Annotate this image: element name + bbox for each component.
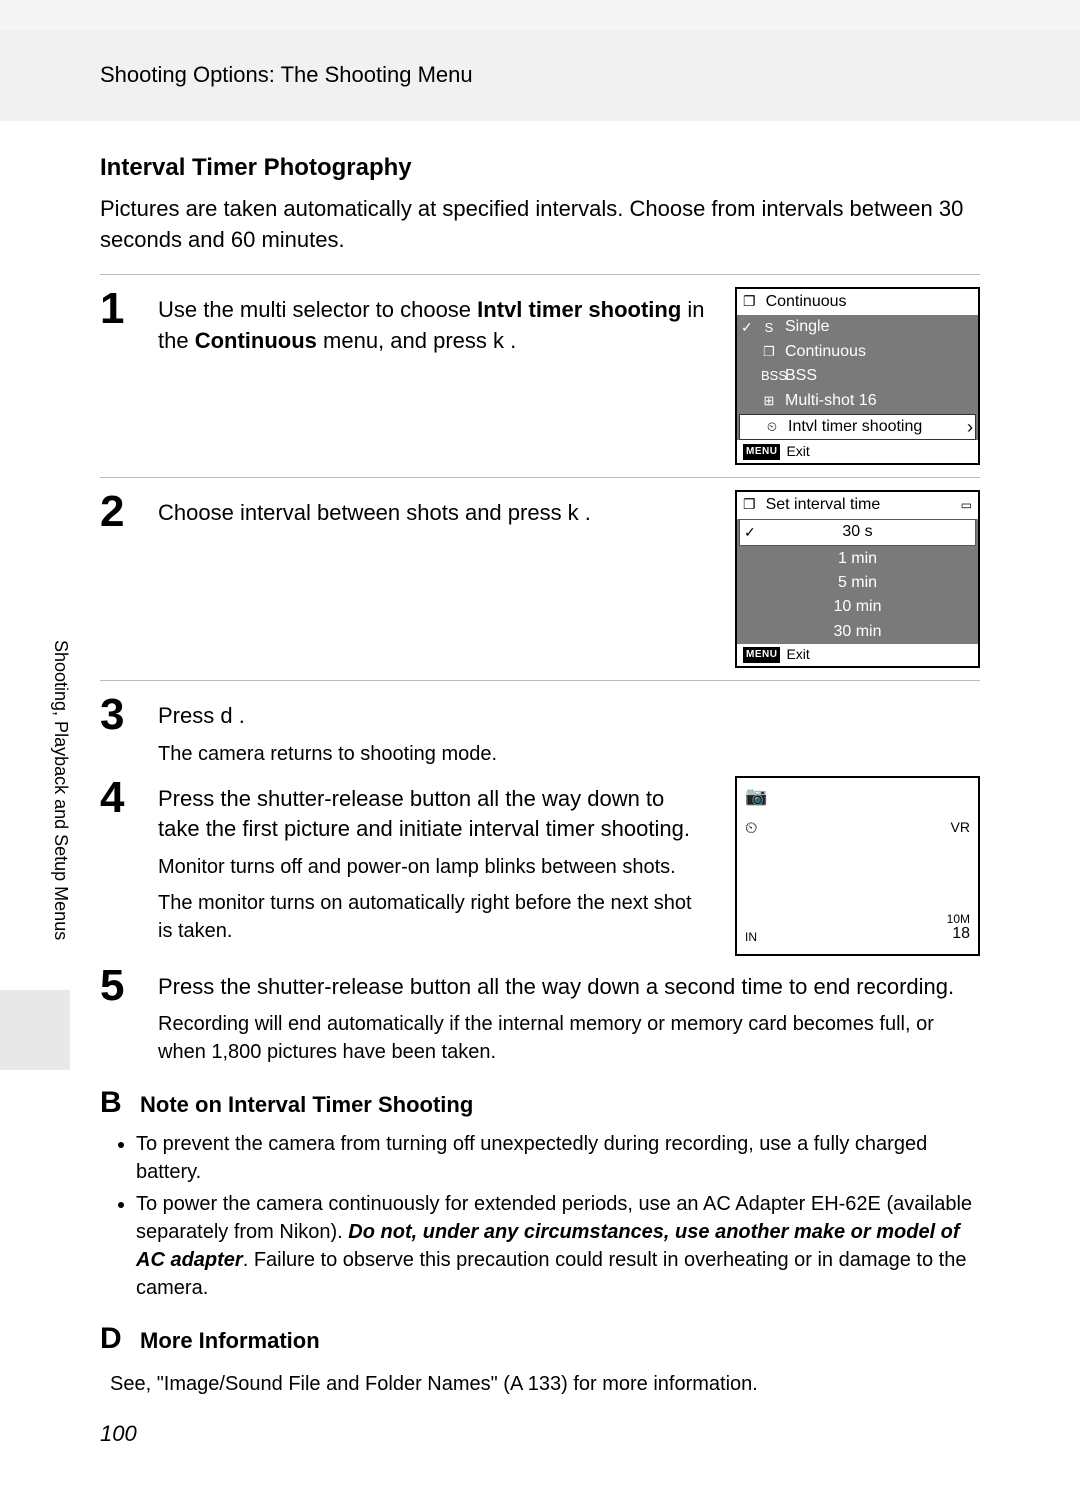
note-bullets: To prevent the camera from turning off u… bbox=[118, 1130, 980, 1302]
note-bullet: To power the camera continuously for ext… bbox=[136, 1190, 980, 1302]
step-body: Choose interval between shots and press … bbox=[158, 490, 705, 529]
lcd-option: 30 min bbox=[737, 620, 978, 644]
more-info-text: See, "Image/Sound File and Folder Names"… bbox=[110, 1370, 980, 1398]
step-1: 1 Use the multi selector to choose Intvl… bbox=[100, 287, 980, 465]
option-label: 30 min bbox=[833, 621, 881, 643]
manual-page: Shooting Options: The Shooting Menu Shoo… bbox=[0, 30, 1080, 1486]
option-icon: ⊞ bbox=[761, 393, 777, 409]
more-info-title: More Information bbox=[140, 1326, 320, 1357]
note-bullet: To prevent the camera from turning off u… bbox=[136, 1130, 980, 1186]
step-text: Press the shutter-release button all the… bbox=[158, 972, 980, 1003]
step-3: 3 Press d . The camera returns to shooti… bbox=[100, 693, 980, 768]
intro-text: Pictures are taken automatically at spec… bbox=[100, 194, 980, 256]
more-info-callout: D More Information bbox=[100, 1318, 980, 1360]
lcd-footer: MENU Exit bbox=[737, 441, 978, 463]
page-number: 100 bbox=[100, 1419, 137, 1450]
step-number: 1 bbox=[100, 287, 140, 331]
step-text: Choose interval between shots and press … bbox=[158, 500, 591, 525]
step-4: 4 Press the shutter-release button all t… bbox=[100, 776, 980, 956]
lcd-option: BSS BSS bbox=[737, 364, 978, 388]
divider bbox=[100, 477, 980, 478]
divider bbox=[100, 680, 980, 681]
lcd-title: Set interval time ▭ bbox=[737, 492, 978, 518]
continuous-icon bbox=[743, 494, 760, 516]
lcd-option: 10 min bbox=[737, 595, 978, 619]
card-icon: ▭ bbox=[961, 497, 972, 514]
lcd-title: Continuous bbox=[737, 289, 978, 315]
step-2: 2 Choose interval between shots and pres… bbox=[100, 490, 980, 668]
lcd-option-list: ✓SSingle❐ContinuousBSSBSS⊞Multi-shot 16⏲… bbox=[737, 315, 978, 440]
step-note: Monitor turns off and power-on lamp blin… bbox=[158, 853, 705, 881]
step-body: Press the shutter-release button all the… bbox=[158, 964, 980, 1067]
check-icon: ✓ bbox=[744, 523, 756, 543]
option-label: BSS bbox=[785, 365, 817, 387]
lcd-footer-text: Exit bbox=[786, 645, 809, 665]
lcd-option: 5 min bbox=[737, 571, 978, 595]
lcd-option-list: ✓ 30 s 1 min5 min10 min 30 min bbox=[737, 519, 978, 644]
menu-badge: MENU bbox=[743, 647, 780, 663]
step-body: Press the shutter-release button all the… bbox=[158, 776, 705, 946]
lcd-option: ✓ S Single bbox=[737, 315, 978, 339]
step-body: Press d . The camera returns to shooting… bbox=[158, 693, 980, 768]
note-callout: B Note on Interval Timer Shooting bbox=[100, 1082, 980, 1124]
step-note: The camera returns to shooting mode. bbox=[158, 740, 980, 768]
lcd-option: 1 min bbox=[737, 547, 978, 571]
vr-indicator: VR bbox=[951, 818, 970, 838]
option-icon: ❐ bbox=[761, 344, 777, 360]
step-text: Press d . bbox=[158, 701, 980, 732]
option-label: 30 s bbox=[842, 521, 872, 543]
lcd-option: ❐ Continuous bbox=[737, 340, 978, 364]
divider bbox=[100, 274, 980, 275]
option-label: 10 min bbox=[833, 596, 881, 618]
more-info-icon: D bbox=[100, 1318, 128, 1360]
option-label: 1 min bbox=[838, 548, 877, 570]
step-5: 5 Press the shutter-release button all t… bbox=[100, 964, 980, 1067]
shots-remaining: 18 bbox=[952, 923, 970, 945]
page-header: Shooting Options: The Shooting Menu bbox=[0, 30, 1080, 121]
section-tab bbox=[0, 990, 70, 1070]
note-title: Note on Interval Timer Shooting bbox=[140, 1090, 473, 1121]
continuous-icon bbox=[743, 291, 760, 313]
option-label: Continuous bbox=[785, 341, 866, 363]
lcd-continuous-menu: Continuous ✓SSingle❐ContinuousBSSBSS⊞Mul… bbox=[735, 287, 980, 465]
lcd-option: ⊞ Multi-shot 16 bbox=[737, 389, 978, 413]
step-note: Recording will end automatically if the … bbox=[158, 1010, 980, 1066]
lcd-live-view: 📷 ⏲ VR IN 10M 18 bbox=[735, 776, 980, 956]
option-icon: S bbox=[761, 320, 777, 336]
option-icon: BSS bbox=[761, 368, 777, 384]
section-title: Interval Timer Photography bbox=[100, 151, 980, 185]
step-number: 5 bbox=[100, 964, 140, 1008]
option-icon: ⏲ bbox=[764, 419, 780, 435]
timer-icon: ⏲ bbox=[745, 818, 757, 840]
lcd-footer: MENU Exit bbox=[737, 644, 978, 666]
step-number: 2 bbox=[100, 490, 140, 534]
step-number: 4 bbox=[100, 776, 140, 820]
option-label: Single bbox=[785, 316, 829, 338]
option-label: 5 min bbox=[838, 572, 877, 594]
step-text: Press the shutter-release button all the… bbox=[158, 784, 705, 846]
camera-icon: 📷 bbox=[745, 784, 767, 809]
option-label: Intvl timer shooting bbox=[788, 416, 922, 438]
step-note: The monitor turns on automatically right… bbox=[158, 889, 705, 945]
section-tab-label: Shooting, Playback and Setup Menus bbox=[48, 640, 73, 940]
step-body: Use the multi selector to choose Intvl t… bbox=[158, 287, 705, 357]
breadcrumb: Shooting Options: The Shooting Menu bbox=[100, 62, 473, 87]
option-label: Multi-shot 16 bbox=[785, 390, 877, 412]
note-icon: B bbox=[100, 1082, 128, 1124]
step-text: Use the multi selector to choose Intvl t… bbox=[158, 297, 705, 353]
check-icon: ✓ bbox=[741, 318, 753, 338]
menu-badge: MENU bbox=[743, 444, 780, 460]
lcd-option: ⏲ Intvl timer shooting › bbox=[739, 414, 976, 440]
lcd-interval-menu: Set interval time ▭ ✓ 30 s 1 min5 min10 mi… bbox=[735, 490, 980, 668]
storage-indicator: IN bbox=[745, 929, 757, 946]
lcd-option: ✓ 30 s bbox=[739, 519, 976, 545]
lcd-footer-text: Exit bbox=[786, 442, 809, 462]
chevron-right-icon: › bbox=[967, 415, 973, 440]
step-number: 3 bbox=[100, 693, 140, 737]
